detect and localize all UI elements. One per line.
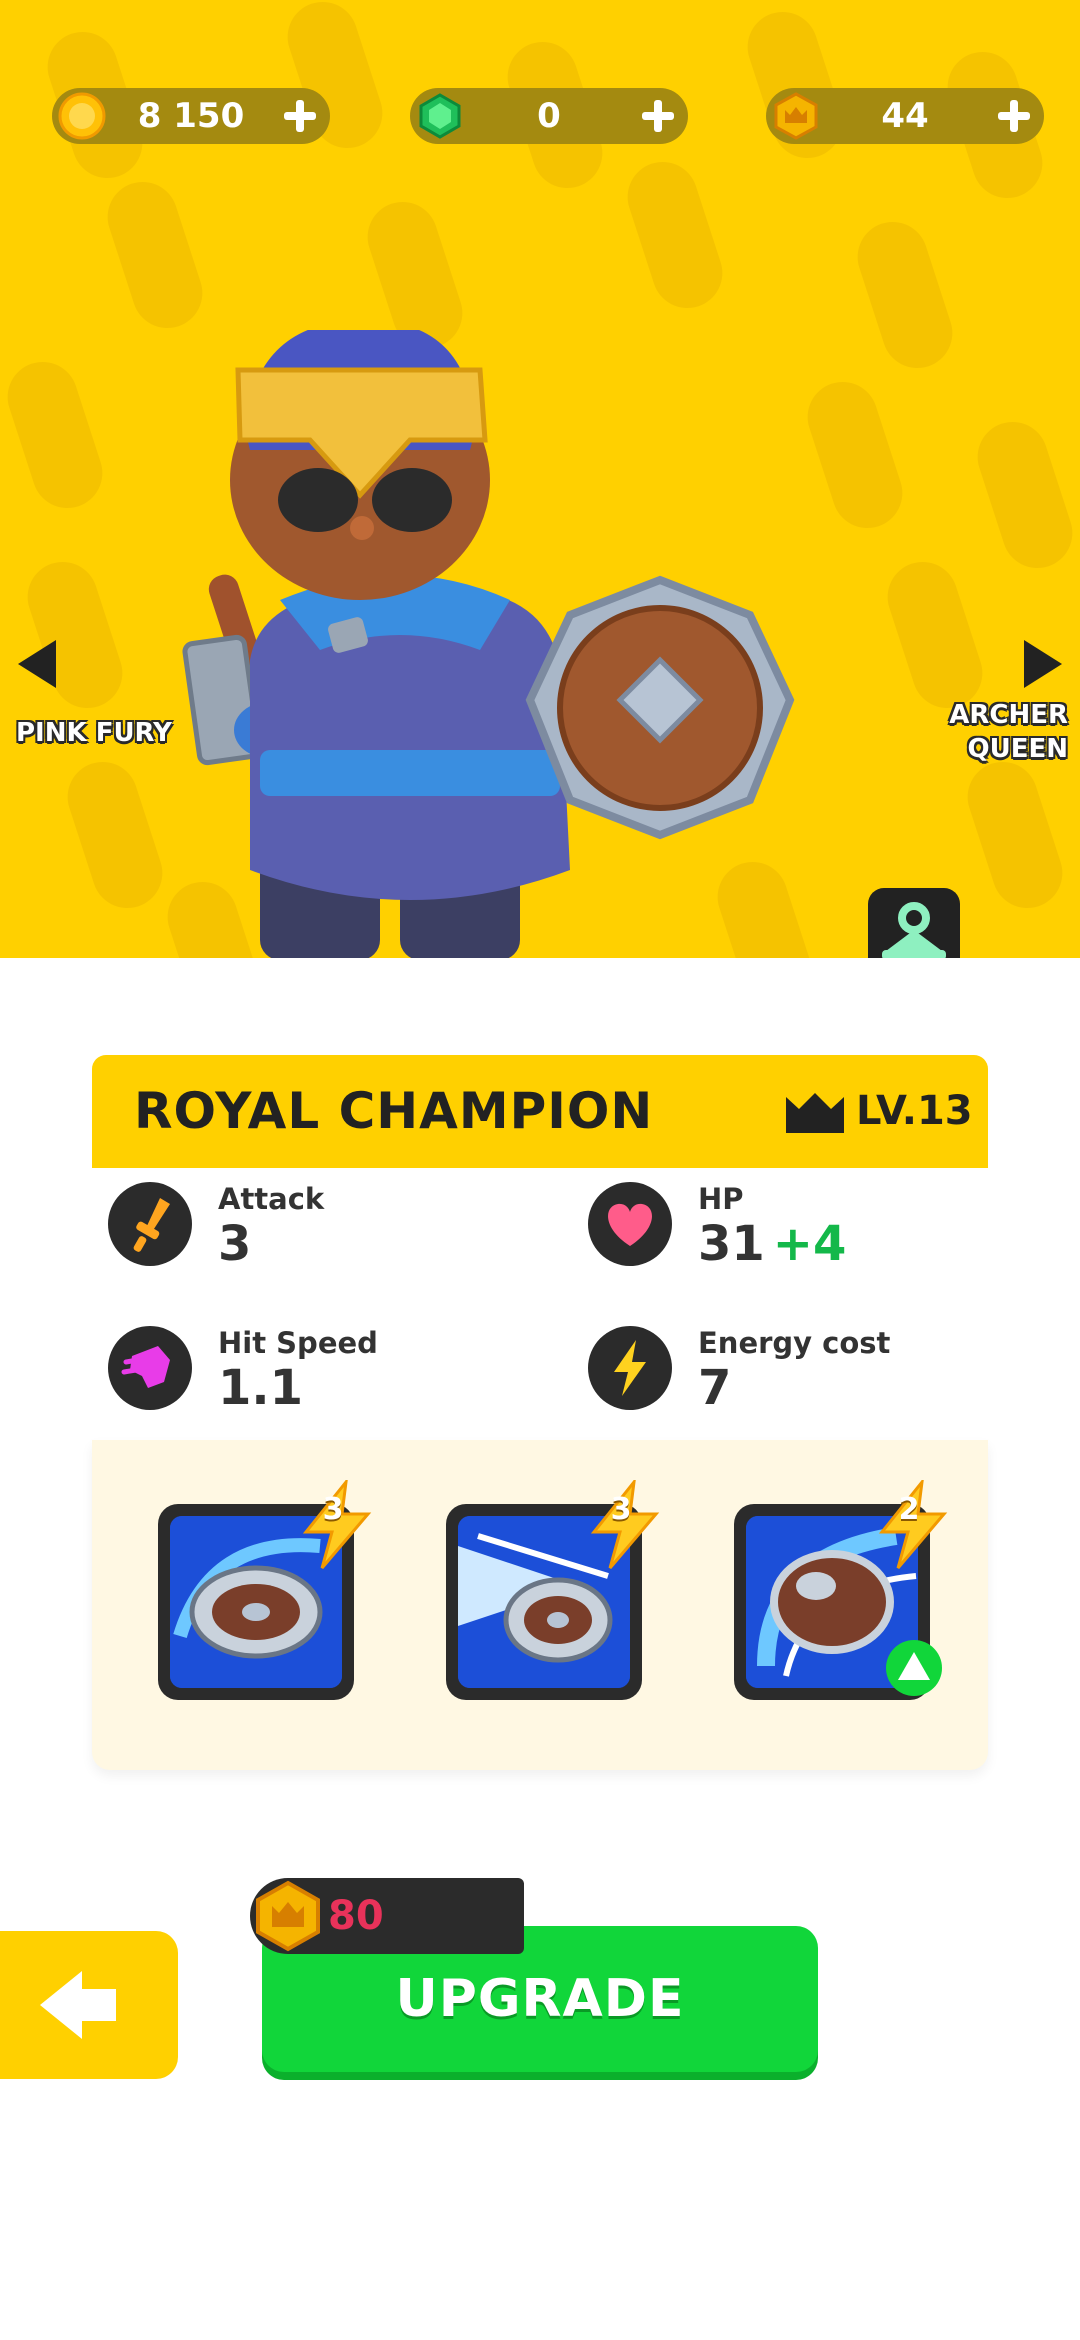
previous-character-label[interactable]: PINK FURY — [16, 716, 172, 750]
currency-coins: 8 150 — [52, 88, 330, 144]
currency-trophies: 44 — [766, 88, 1044, 144]
next-character-label[interactable]: ARCHER QUEEN — [949, 698, 1068, 766]
hero-showcase: 8 150 0 44 PINK FURY ARCHER QUEEN — [0, 0, 1080, 958]
stat-hit-speed-value: 1.1 — [218, 1360, 304, 1416]
skills-panel: 3 3 2 — [92, 1440, 988, 1770]
coin-icon — [58, 92, 106, 140]
stat-hp-value: 31 — [698, 1216, 765, 1272]
add-coins-button[interactable] — [282, 98, 318, 134]
character-level: LV.13 — [856, 1088, 973, 1134]
crown-token-icon — [256, 1880, 320, 1952]
character-name: ROYAL CHAMPION — [134, 1082, 654, 1140]
stat-hp: HP 31 +4 — [572, 1168, 1012, 1278]
upgrade-cost-tag: 80 — [250, 1878, 524, 1954]
stat-energy-cost-value: 7 — [698, 1360, 732, 1416]
stat-energy-cost-label: Energy cost — [698, 1326, 891, 1360]
royal-champion-character — [182, 330, 795, 958]
upgrade-cost-value: 80 — [328, 1893, 384, 1939]
stat-energy-cost: Energy cost 7 — [572, 1312, 1012, 1422]
crown-token-icon — [774, 92, 818, 140]
next-character-arrow-icon[interactable] — [1022, 638, 1066, 690]
crown-icon — [786, 1093, 844, 1133]
stat-hp-value-row: 31 +4 — [698, 1216, 846, 1272]
currency-gems: 0 — [410, 88, 688, 144]
heart-icon — [588, 1182, 672, 1266]
stat-hit-speed-label: Hit Speed — [218, 1326, 378, 1360]
wardrobe-button[interactable] — [868, 888, 960, 958]
coins-value: 8 150 — [137, 96, 245, 136]
skill-level: 3 — [322, 1492, 344, 1527]
add-gems-button[interactable] — [640, 98, 676, 134]
stat-hp-label: HP — [698, 1182, 744, 1216]
skill-card-1[interactable]: 3 — [158, 1480, 372, 1700]
skill-level: 3 — [610, 1492, 632, 1527]
stat-hit-speed: Hit Speed 1.1 — [92, 1312, 532, 1422]
fist-icon — [108, 1326, 192, 1410]
back-button[interactable] — [0, 1931, 178, 2079]
stat-attack: Attack 3 — [92, 1168, 532, 1278]
character-title-bar: ROYAL CHAMPION LV.13 — [92, 1055, 988, 1168]
stats-grid: Attack 3 HP 31 +4 Hit Speed 1.1 Energy c… — [92, 1168, 988, 1440]
stat-attack-value: 3 — [218, 1216, 252, 1272]
next-character-label-line2: QUEEN — [967, 734, 1069, 764]
skill-card-2[interactable]: 3 — [446, 1480, 660, 1700]
upgrade-available-icon — [886, 1640, 942, 1696]
skill-card-3[interactable]: 2 — [734, 1480, 948, 1700]
add-trophies-button[interactable] — [996, 98, 1032, 134]
sword-icon — [108, 1182, 192, 1266]
trophies-value: 44 — [881, 96, 929, 136]
gem-icon — [419, 93, 461, 139]
hanger-icon — [882, 902, 946, 958]
arrow-left-icon — [40, 1971, 116, 2039]
previous-character-arrow-icon[interactable] — [14, 638, 58, 690]
energy-icon — [588, 1326, 672, 1410]
stat-hp-bonus: +4 — [772, 1216, 847, 1272]
stat-attack-label: Attack — [218, 1182, 325, 1216]
skill-level: 2 — [898, 1492, 920, 1527]
next-character-label-line1: ARCHER — [949, 700, 1068, 730]
gems-value: 0 — [537, 96, 561, 136]
